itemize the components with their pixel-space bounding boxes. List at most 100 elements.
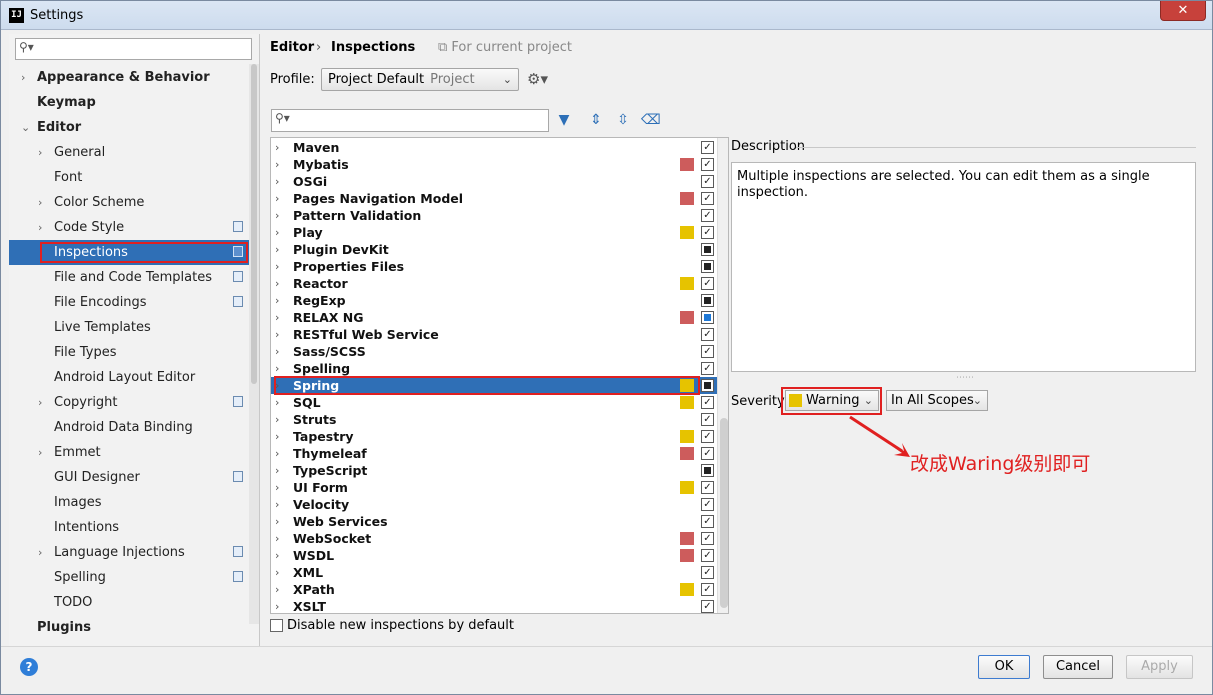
disable-new-inspections-checkbox[interactable] bbox=[270, 619, 283, 632]
chevron-right-icon[interactable]: › bbox=[38, 390, 42, 415]
inspections-scrollbar[interactable] bbox=[717, 138, 728, 613]
inspection-row[interactable]: › Tapestry ✓ bbox=[271, 428, 717, 445]
profile-dropdown[interactable]: Project Default Project ⌄ bbox=[321, 68, 519, 91]
chevron-right-icon[interactable]: › bbox=[275, 581, 279, 598]
sidebar-item-images[interactable]: Images bbox=[9, 490, 259, 515]
sidebar-item-live-templates[interactable]: Live Templates bbox=[9, 315, 259, 340]
chevron-right-icon[interactable]: › bbox=[38, 540, 42, 565]
chevron-right-icon[interactable]: › bbox=[38, 215, 42, 240]
inspection-row[interactable]: › SQL ✓ bbox=[271, 394, 717, 411]
inspections-search-input[interactable]: ⚲▾ bbox=[271, 109, 549, 132]
inspection-row[interactable]: › Spring bbox=[271, 376, 717, 395]
inspection-checkbox[interactable]: ✓ bbox=[701, 209, 714, 222]
reset-eraser-icon[interactable]: ⌫ bbox=[641, 111, 661, 129]
inspection-row[interactable]: › XSLT ✓ bbox=[271, 598, 717, 613]
chevron-right-icon[interactable]: › bbox=[275, 292, 279, 309]
sidebar-item-appearance-behavior[interactable]: › Appearance & Behavior bbox=[9, 65, 259, 90]
chevron-right-icon[interactable]: › bbox=[275, 309, 279, 326]
inspection-checkbox[interactable]: ✓ bbox=[701, 175, 714, 188]
inspection-row[interactable]: › Web Services ✓ bbox=[271, 513, 717, 530]
inspection-checkbox[interactable]: ✓ bbox=[701, 515, 714, 528]
inspection-row[interactable]: › UI Form ✓ bbox=[271, 479, 717, 496]
chevron-right-icon[interactable]: › bbox=[275, 190, 279, 207]
chevron-right-icon[interactable]: › bbox=[275, 513, 279, 530]
chevron-right-icon[interactable]: › bbox=[275, 496, 279, 513]
chevron-right-icon[interactable]: › bbox=[275, 275, 279, 292]
sidebar-item-intentions[interactable]: Intentions bbox=[9, 515, 259, 540]
inspection-row[interactable]: › XML ✓ bbox=[271, 564, 717, 581]
inspection-row[interactable]: › Pattern Validation ✓ bbox=[271, 207, 717, 224]
apply-button[interactable]: Apply bbox=[1126, 655, 1193, 679]
sidebar-item-plugins[interactable]: Plugins bbox=[9, 615, 259, 640]
chevron-right-icon[interactable]: › bbox=[275, 411, 279, 428]
inspection-row[interactable]: › Velocity ✓ bbox=[271, 496, 717, 513]
inspection-row[interactable]: › Maven ✓ bbox=[271, 139, 717, 156]
resize-grip[interactable]: ⋯⋯ bbox=[956, 373, 974, 383]
chevron-right-icon[interactable]: › bbox=[275, 428, 279, 445]
inspection-row[interactable]: › Pages Navigation Model ✓ bbox=[271, 190, 717, 207]
chevron-right-icon[interactable]: › bbox=[275, 547, 279, 564]
close-button[interactable]: ✕ bbox=[1160, 1, 1206, 21]
sidebar-item-keymap[interactable]: Keymap bbox=[9, 90, 259, 115]
inspection-checkbox[interactable]: ✓ bbox=[701, 583, 714, 596]
chevron-right-icon[interactable]: › bbox=[275, 258, 279, 275]
chevron-right-icon[interactable]: › bbox=[38, 440, 42, 465]
inspection-checkbox[interactable]: ✓ bbox=[701, 396, 714, 409]
expand-all-icon[interactable]: ⇕ bbox=[587, 111, 605, 129]
inspection-checkbox[interactable]: ✓ bbox=[701, 192, 714, 205]
breadcrumb-editor[interactable]: Editor bbox=[270, 40, 314, 55]
inspection-checkbox[interactable]: ✓ bbox=[701, 362, 714, 375]
sidebar-item-copyright[interactable]: › Copyright bbox=[9, 390, 259, 415]
inspection-checkbox[interactable]: ✓ bbox=[701, 481, 714, 494]
inspection-checkbox[interactable]: ✓ bbox=[701, 158, 714, 171]
inspection-row[interactable]: › Struts ✓ bbox=[271, 411, 717, 428]
sidebar-item-code-style[interactable]: › Code Style bbox=[9, 215, 259, 240]
sidebar-scrollbar[interactable] bbox=[249, 64, 259, 624]
inspection-row[interactable]: › Reactor ✓ bbox=[271, 275, 717, 292]
inspection-checkbox[interactable]: ✓ bbox=[701, 447, 714, 460]
chevron-right-icon[interactable]: › bbox=[275, 530, 279, 547]
inspection-row[interactable]: › Play ✓ bbox=[271, 224, 717, 241]
chevron-right-icon[interactable]: › bbox=[275, 394, 279, 411]
inspection-row[interactable]: › Plugin DevKit bbox=[271, 241, 717, 258]
chevron-right-icon[interactable]: › bbox=[275, 343, 279, 360]
chevron-right-icon[interactable]: › bbox=[275, 462, 279, 479]
inspection-row[interactable]: › Spelling ✓ bbox=[271, 360, 717, 377]
inspection-checkbox[interactable]: ✓ bbox=[701, 226, 714, 239]
sidebar-item-color-scheme[interactable]: › Color Scheme bbox=[9, 190, 259, 215]
inspection-checkbox[interactable] bbox=[701, 464, 714, 477]
inspection-checkbox[interactable]: ✓ bbox=[701, 413, 714, 426]
sidebar-item-gui-designer[interactable]: GUI Designer bbox=[9, 465, 259, 490]
sidebar-item-file-and-code-templates[interactable]: File and Code Templates bbox=[9, 265, 259, 290]
chevron-right-icon[interactable]: › bbox=[38, 140, 42, 165]
inspection-checkbox[interactable]: ✓ bbox=[701, 498, 714, 511]
chevron-right-icon[interactable]: › bbox=[275, 479, 279, 496]
inspection-row[interactable]: › Thymeleaf ✓ bbox=[271, 445, 717, 462]
inspection-row[interactable]: › RELAX NG bbox=[271, 309, 717, 326]
ok-button[interactable]: OK bbox=[978, 655, 1030, 679]
sidebar-item-font[interactable]: Font bbox=[9, 165, 259, 190]
chevron-right-icon[interactable]: › bbox=[275, 173, 279, 190]
inspection-checkbox[interactable]: ✓ bbox=[701, 566, 714, 579]
chevron-right-icon[interactable]: › bbox=[275, 241, 279, 258]
sidebar-item-file-types[interactable]: File Types bbox=[9, 340, 259, 365]
inspection-row[interactable]: › Properties Files bbox=[271, 258, 717, 275]
chevron-right-icon[interactable]: › bbox=[38, 190, 42, 215]
inspection-checkbox[interactable] bbox=[701, 311, 714, 324]
inspection-checkbox[interactable] bbox=[701, 243, 714, 256]
inspection-row[interactable]: › Sass/SCSS ✓ bbox=[271, 343, 717, 360]
sidebar-item-file-encodings[interactable]: File Encodings bbox=[9, 290, 259, 315]
sidebar-item-emmet[interactable]: › Emmet bbox=[9, 440, 259, 465]
inspection-checkbox[interactable]: ✓ bbox=[701, 430, 714, 443]
sidebar-item-editor[interactable]: ⌄ Editor bbox=[9, 115, 259, 140]
sidebar-item-android-layout-editor[interactable]: Android Layout Editor bbox=[9, 365, 259, 390]
inspection-row[interactable]: › WebSocket ✓ bbox=[271, 530, 717, 547]
inspection-checkbox[interactable]: ✓ bbox=[701, 600, 714, 613]
chevron-right-icon[interactable]: › bbox=[275, 564, 279, 581]
scope-dropdown[interactable]: In All Scopes ⌄ bbox=[886, 390, 988, 411]
gear-icon[interactable]: ⚙▾ bbox=[527, 70, 548, 88]
sidebar-item-inspections[interactable]: Inspections bbox=[9, 240, 259, 265]
sidebar-item-android-data-binding[interactable]: Android Data Binding bbox=[9, 415, 259, 440]
inspection-checkbox[interactable]: ✓ bbox=[701, 328, 714, 341]
chevron-right-icon[interactable]: › bbox=[275, 156, 279, 173]
